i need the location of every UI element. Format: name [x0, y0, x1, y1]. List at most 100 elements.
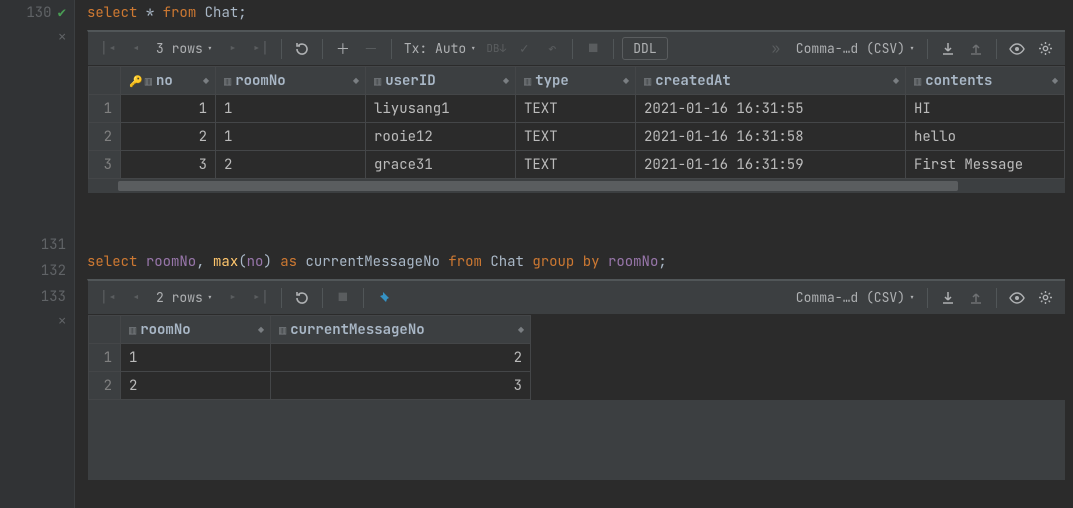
sort-icon: ◆: [623, 74, 629, 87]
column-name: contents: [925, 72, 992, 90]
chevron-down-icon: ▾: [470, 42, 476, 55]
line-number: 130: [26, 4, 51, 22]
upload-icon[interactable]: [964, 286, 988, 310]
run-success-icon: ✔: [58, 4, 66, 22]
eye-icon[interactable]: [1005, 37, 1029, 61]
cell-contents[interactable]: First Message: [906, 151, 1065, 179]
commit-icon[interactable]: ✓: [512, 37, 536, 61]
reload-icon[interactable]: [290, 37, 314, 61]
column-header-contents[interactable]: ▥contents◆: [906, 67, 1065, 95]
result-grid-1[interactable]: 🔑▥no◆▥roomNo◆▥userID◆▥type◆▥createdAt◆▥c…: [88, 66, 1065, 179]
chevron-down-icon: ▾: [207, 42, 213, 55]
cell-roomNo[interactable]: 1: [121, 344, 271, 372]
column-header-createdAt[interactable]: ▥createdAt◆: [636, 67, 906, 95]
download-icon[interactable]: [936, 286, 960, 310]
cell-createdAt[interactable]: 2021-01-16 16:31:58: [636, 123, 906, 151]
sql-line-1[interactable]: select * from Chat;: [75, 0, 1073, 26]
row-number: 1: [89, 95, 121, 123]
blank-line[interactable]: [75, 197, 1073, 223]
cell-userID[interactable]: liyusang1: [366, 95, 516, 123]
db-commit-icon[interactable]: DB↓: [484, 37, 508, 61]
close-result-icon[interactable]: ✕: [58, 28, 66, 45]
column-header-no[interactable]: 🔑▥no◆: [121, 67, 216, 95]
cell-roomNo[interactable]: 1: [216, 123, 366, 151]
first-page-icon[interactable]: |◂: [96, 286, 120, 310]
cell-currentMessageNo[interactable]: 2: [271, 344, 531, 372]
download-icon[interactable]: [936, 37, 960, 61]
table-row[interactable]: 221rooie12TEXT2021-01-16 16:31:58hello: [89, 123, 1065, 151]
tx-mode-dropdown[interactable]: Tx: Auto ▾: [400, 40, 480, 57]
last-page-icon[interactable]: ▸|: [249, 286, 273, 310]
cell-contents[interactable]: HI: [906, 95, 1065, 123]
key-icon: 🔑: [129, 75, 143, 89]
eye-icon[interactable]: [1005, 286, 1029, 310]
sort-icon: ◆: [353, 74, 359, 87]
gear-icon[interactable]: [1033, 37, 1057, 61]
column-header-roomNo[interactable]: ▥roomNo◆: [216, 67, 366, 95]
sort-icon: ◆: [1052, 74, 1058, 87]
next-page-icon[interactable]: ▸: [221, 37, 245, 61]
cell-type[interactable]: TEXT: [516, 151, 636, 179]
column-icon: ▥: [129, 322, 136, 338]
cell-roomNo[interactable]: 2: [216, 151, 366, 179]
cell-createdAt[interactable]: 2021-01-16 16:31:59: [636, 151, 906, 179]
export-format-dropdown[interactable]: Comma-…d (CSV) ▾: [792, 40, 919, 57]
upload-icon[interactable]: [964, 37, 988, 61]
gear-icon[interactable]: [1033, 286, 1057, 310]
cell-roomNo[interactable]: 1: [216, 95, 366, 123]
sort-icon: ◆: [203, 74, 209, 87]
sort-icon: ◆: [503, 74, 509, 87]
result-toolbar-2: |◂ ◂ 2 rows ▾ ▸ ▸| ■ Comma-…d (CSV) ▾: [88, 281, 1065, 315]
column-name: createdAt: [655, 72, 731, 90]
line-number: 131: [41, 236, 66, 254]
cell-userID[interactable]: rooie12: [366, 123, 516, 151]
prev-page-icon[interactable]: ◂: [124, 37, 148, 61]
last-page-icon[interactable]: ▸|: [249, 37, 273, 61]
cell-userID[interactable]: grace31: [366, 151, 516, 179]
table-row[interactable]: 332grace31TEXT2021-01-16 16:31:59First M…: [89, 151, 1065, 179]
first-page-icon[interactable]: |◂: [96, 37, 120, 61]
table-row[interactable]: 111liyusang1TEXT2021-01-16 16:31:55HI: [89, 95, 1065, 123]
result-grid-2[interactable]: ▥roomNo◆▥currentMessageNo◆112223: [88, 315, 531, 400]
column-header-roomNo[interactable]: ▥roomNo◆: [121, 316, 271, 344]
more-icon[interactable]: »: [764, 37, 788, 61]
column-header-type[interactable]: ▥type◆: [516, 67, 636, 95]
sort-icon: ◆: [518, 323, 524, 336]
cell-no[interactable]: 1: [121, 95, 216, 123]
cell-type[interactable]: TEXT: [516, 95, 636, 123]
prev-page-icon[interactable]: ◂: [124, 286, 148, 310]
cell-no[interactable]: 2: [121, 123, 216, 151]
stop-icon[interactable]: ■: [581, 37, 605, 61]
chevron-down-icon: ▾: [909, 42, 915, 55]
sql-line-2[interactable]: select roomNo, max(no) as currentMessage…: [75, 249, 1073, 275]
cell-contents[interactable]: hello: [906, 123, 1065, 151]
ddl-button[interactable]: DDL: [622, 37, 667, 60]
column-icon: ▥: [224, 73, 231, 89]
add-row-icon[interactable]: ＋: [331, 37, 355, 61]
next-page-icon[interactable]: ▸: [221, 286, 245, 310]
result-panel-2: |◂ ◂ 2 rows ▾ ▸ ▸| ■ Comma-…d (CSV) ▾: [87, 279, 1065, 480]
horizontal-scrollbar[interactable]: [88, 179, 1065, 193]
cell-roomNo[interactable]: 2: [121, 372, 271, 400]
line-number: 132: [41, 262, 66, 280]
column-header-userID[interactable]: ▥userID◆: [366, 67, 516, 95]
chevron-down-icon: ▾: [909, 291, 915, 304]
close-result-icon[interactable]: ✕: [58, 312, 66, 329]
reload-icon[interactable]: [290, 286, 314, 310]
table-row[interactable]: 223: [89, 372, 531, 400]
column-header-currentMessageNo[interactable]: ▥currentMessageNo◆: [271, 316, 531, 344]
row-count-dropdown[interactable]: 2 rows ▾: [152, 289, 217, 306]
export-format-dropdown[interactable]: Comma-…d (CSV) ▾: [792, 289, 919, 306]
blank-line[interactable]: [75, 223, 1073, 249]
cell-type[interactable]: TEXT: [516, 123, 636, 151]
remove-row-icon[interactable]: －: [359, 37, 383, 61]
cell-no[interactable]: 3: [121, 151, 216, 179]
sort-icon: ◆: [258, 323, 264, 336]
cell-createdAt[interactable]: 2021-01-16 16:31:55: [636, 95, 906, 123]
rollback-icon[interactable]: ↶: [540, 37, 564, 61]
row-count-dropdown[interactable]: 3 rows ▾: [152, 40, 217, 57]
table-row[interactable]: 112: [89, 344, 531, 372]
stop-icon[interactable]: ■: [331, 286, 355, 310]
cell-currentMessageNo[interactable]: 3: [271, 372, 531, 400]
pin-icon[interactable]: [372, 286, 396, 310]
